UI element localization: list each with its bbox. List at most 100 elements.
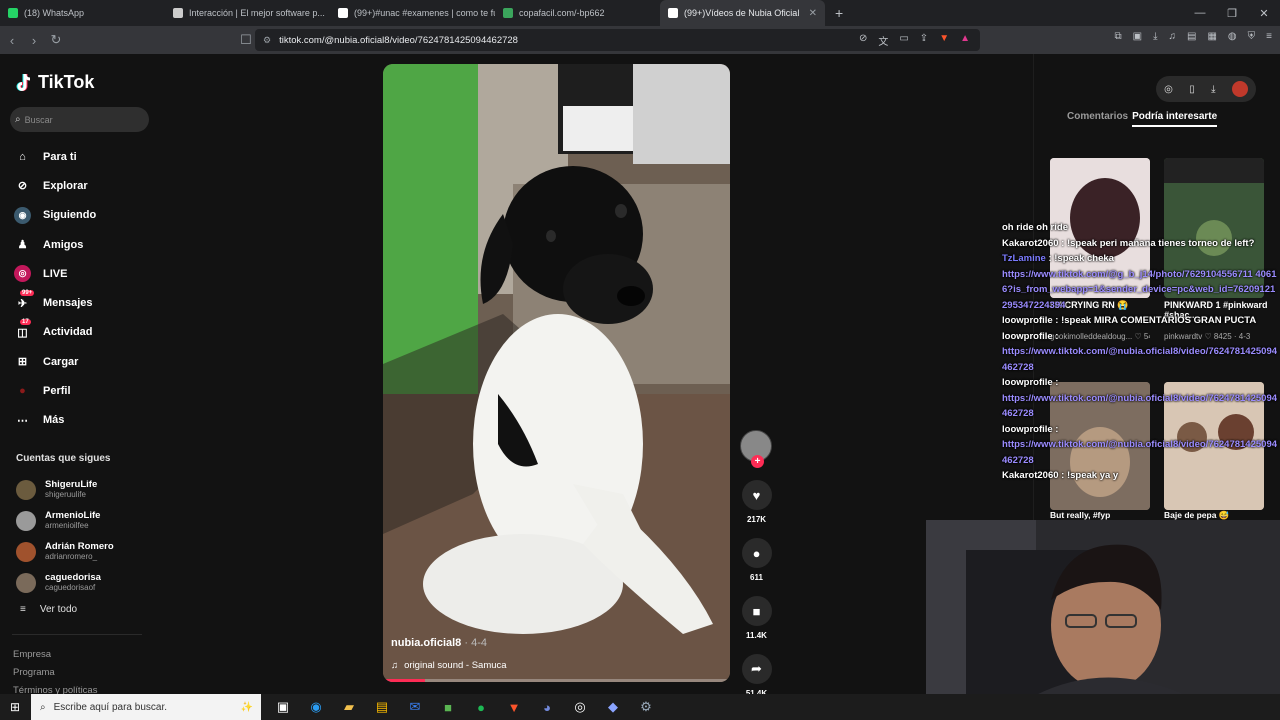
browser-tab[interactable]: Interacción | El mejor software p...: [165, 0, 330, 26]
wallet-icon[interactable]: ▦: [1207, 31, 1216, 42]
brave-rewards-icon[interactable]: ▲: [960, 33, 970, 48]
site-info-icon[interactable]: ⚙: [263, 35, 271, 46]
tiktok-logo[interactable]: TikTok: [16, 72, 94, 93]
steam-icon[interactable]: ⚙: [636, 697, 656, 717]
video-frame-dog: [383, 64, 730, 682]
reload-icon[interactable]: ↻: [46, 32, 66, 48]
following-account[interactable]: Adrián Romero adrianromero_: [16, 536, 156, 567]
sidebar-item-más[interactable]: ⋯ Más: [14, 406, 154, 435]
extensions-icon[interactable]: ⧉: [1115, 31, 1122, 42]
menu-icon[interactable]: ≡: [1266, 31, 1272, 42]
brave-icon[interactable]: ▼: [504, 697, 524, 717]
see-all-button[interactable]: ≡ Ver todo: [20, 604, 77, 615]
download-icon[interactable]: ⤓: [1153, 31, 1157, 42]
bookmark-icon[interactable]: ☐: [236, 32, 256, 48]
download-small-icon[interactable]: ⤓: [1211, 84, 1215, 95]
sidebar-item-mensajes[interactable]: ✈ 99+ Mensajes: [14, 288, 154, 317]
share-arrow-icon[interactable]: ➦: [741, 654, 772, 684]
spotify-icon[interactable]: ●: [471, 697, 491, 717]
new-tab-button[interactable]: +: [825, 5, 853, 21]
sidebar-item-para-ti[interactable]: ⌂ Para ti: [14, 142, 154, 171]
vpn-icon[interactable]: ◍: [1228, 31, 1237, 42]
tab-comments[interactable]: Comentarios: [1067, 111, 1128, 127]
restore-icon[interactable]: ❐: [1216, 7, 1248, 20]
chat-link[interactable]: https://www.tiktok.com/@nubia.oficial8/v…: [1002, 393, 1277, 420]
video-progress[interactable]: [383, 679, 730, 682]
chat-link[interactable]: https://www.tiktok.com/@g_b_j14/photo/76…: [1002, 269, 1277, 311]
cast-icon[interactable]: ▭: [899, 33, 908, 48]
following-account[interactable]: ShigeruLife shigeruulife: [16, 474, 156, 505]
chat-message: https://www.tiktok.com/@nubia.oficial8/v…: [1002, 391, 1280, 422]
author-avatar[interactable]: +: [740, 430, 772, 468]
back-icon[interactable]: ‹: [2, 33, 22, 48]
comment-icon[interactable]: ●: [741, 538, 772, 568]
browser-tab[interactable]: copafacil.com/-bp662: [495, 0, 660, 26]
heart-icon[interactable]: ♥: [741, 480, 772, 510]
close-tab-icon[interactable]: ✕: [809, 8, 817, 19]
following-list: ShigeruLife shigeruulife ArmenioLife armeni…: [16, 474, 156, 598]
like-action[interactable]: ♥ 217K: [740, 480, 773, 524]
video-author[interactable]: nubia.oficial8 · 4-4: [391, 637, 487, 649]
translate-icon[interactable]: 文: [878, 33, 888, 48]
follow-plus-icon[interactable]: +: [751, 455, 764, 468]
chat-username: TzLamine: [1002, 253, 1046, 264]
tab-suggested[interactable]: Podría interesarte: [1132, 111, 1218, 127]
sidebar-item-explorar[interactable]: ⊘ Explorar: [14, 171, 154, 200]
eye-off-icon[interactable]: ⊘: [859, 33, 867, 48]
comment-action[interactable]: ● 611: [740, 538, 773, 582]
minimize-icon[interactable]: —: [1184, 7, 1216, 19]
shield-icon[interactable]: ⛨: [1248, 31, 1256, 42]
sidebar-item-siguiendo[interactable]: ◉ Siguiendo: [14, 201, 154, 230]
app-icon[interactable]: ◆: [603, 697, 623, 717]
discord-icon[interactable]: ◕: [537, 697, 557, 717]
sidebar-item-amigos[interactable]: ♟ Amigos: [14, 230, 154, 259]
video-sound[interactable]: ♫ original sound - Samuca: [391, 660, 507, 671]
footer-link[interactable]: Programa: [13, 664, 97, 682]
account-text: caguedorisa caguedorisaof: [45, 572, 101, 593]
account-name: caguedorisa: [45, 572, 101, 583]
share-action[interactable]: ➦ 51.4K: [740, 654, 773, 698]
following-account[interactable]: caguedorisa caguedorisaof: [16, 567, 156, 598]
mail-icon[interactable]: ✉: [405, 697, 425, 717]
sidebar-toggle-icon[interactable]: ▣: [1133, 31, 1142, 42]
obs-icon[interactable]: ◎: [570, 697, 590, 717]
address-bar[interactable]: ⚙ tiktok.com/@nubia.oficial8/video/76247…: [255, 29, 980, 51]
chat-username: loowprofile: [1002, 423, 1053, 435]
task-view-icon[interactable]: ▣: [273, 697, 293, 717]
panel-icon[interactable]: ▤: [1187, 31, 1196, 42]
brave-shield-icon[interactable]: ▼: [939, 33, 949, 48]
windows-start-icon[interactable]: ⊞: [10, 700, 20, 714]
taskbar-search-input[interactable]: ⌕ Escribe aquí para buscar. ✨: [31, 694, 261, 720]
browser-tab[interactable]: (99+)#unac #examenes | como te fu...: [330, 0, 495, 26]
share-icon[interactable]: ⇪: [920, 33, 928, 48]
save-action[interactable]: ■ 11.4K: [740, 596, 773, 640]
edge-icon[interactable]: ◉: [306, 697, 326, 717]
video-player[interactable]: nubia.oficial8 · 4-4 ♫ original sound - …: [383, 64, 730, 682]
compass-small-icon[interactable]: ◎: [1164, 84, 1173, 95]
search-input[interactable]: ⌕ Buscar: [10, 107, 149, 132]
suggested-title-3[interactable]: But really, #fyp: [1050, 510, 1110, 520]
store-icon[interactable]: ▤: [372, 697, 392, 717]
chat-link[interactable]: https://www.tiktok.com/@nubia.oficial8/v…: [1002, 346, 1277, 373]
video-author-name: nubia.oficial8: [391, 637, 462, 649]
chat-text: : !speak ya y: [1058, 470, 1119, 481]
footer-link[interactable]: Empresa: [13, 646, 97, 664]
sidebar-item-actividad[interactable]: ◫ 17 Actividad: [14, 318, 154, 347]
bookmark-save-icon[interactable]: ■: [741, 596, 772, 626]
device-icon[interactable]: ▯: [1189, 84, 1195, 95]
url-text: tiktok.com/@nubia.oficial8/video/7624781…: [279, 34, 518, 46]
user-avatar[interactable]: [1231, 81, 1248, 97]
browser-tab[interactable]: (99+)Vídeos de Nubia Oficial ✕: [660, 0, 825, 26]
chat-link[interactable]: https://www.tiktok.com/@nubia.oficial8/v…: [1002, 439, 1277, 466]
close-window-icon[interactable]: ✕: [1248, 7, 1280, 20]
browser-tab[interactable]: (18) WhatsApp: [0, 0, 165, 26]
chat-username: loowprofile: [1002, 315, 1053, 326]
sidebar-item-perfil[interactable]: ● Perfil: [14, 376, 154, 405]
music-icon[interactable]: ♫: [1169, 31, 1177, 42]
forward-icon[interactable]: ›: [24, 33, 44, 48]
following-account[interactable]: ArmenioLife armenioilfee: [16, 505, 156, 536]
minecraft-icon[interactable]: ■: [438, 697, 458, 717]
sidebar-item-live[interactable]: ◎ LIVE: [14, 259, 154, 288]
file-explorer-icon[interactable]: ▰: [339, 697, 359, 717]
sidebar-item-cargar[interactable]: ⊞ Cargar: [14, 347, 154, 376]
